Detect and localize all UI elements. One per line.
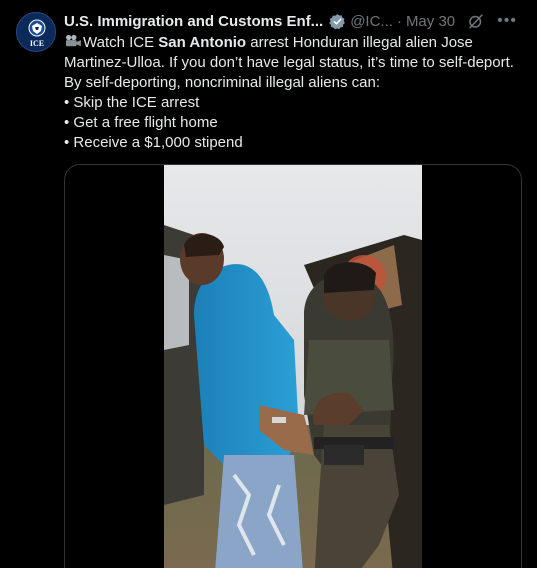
movie-camera-icon [66,34,81,47]
tweet-header: U.S. Immigration and Customs Enf... @IC.… [64,10,525,32]
bullet-item: • Get a free flight home [64,114,218,131]
tweet-date[interactable]: May 30 [406,13,455,30]
more-options-icon[interactable]: ••• [497,13,517,29]
verified-badge-icon[interactable] [329,13,346,30]
video-player[interactable] [64,164,522,568]
tweet-line1-bold: San Antonio [158,34,247,51]
separator-dot: · [396,12,402,30]
video-frame[interactable] [164,165,422,568]
grok-icon[interactable] [467,12,485,30]
tweet-paragraph: Watch ICE San Antonio arrest Honduran il… [64,33,524,93]
tweet-text: Watch ICE San Antonio arrest Honduran il… [64,33,524,153]
display-name[interactable]: U.S. Immigration and Customs Enf... [64,13,323,30]
bullet-item: • Receive a $1,000 stipend [64,134,243,151]
tweet-line1-pre: Watch ICE [83,34,159,51]
avatar-label: ICE [30,39,44,48]
avatar[interactable]: ICE [16,12,56,52]
ice-seal-icon: ICE [18,14,55,51]
tweet[interactable]: ICE U.S. Immigration and Customs Enf... … [0,0,537,568]
handle[interactable]: @IC... [350,13,393,30]
bullet-item: • Skip the ICE arrest [64,94,200,111]
